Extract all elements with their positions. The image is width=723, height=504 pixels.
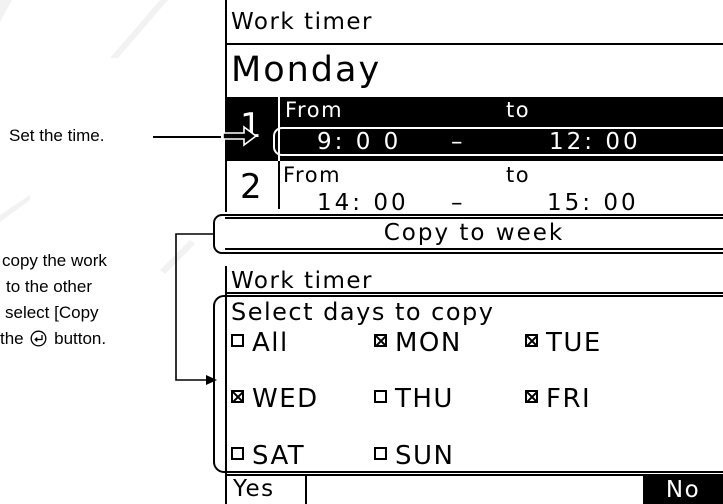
yes-label: Yes <box>233 476 275 502</box>
no-button[interactable]: No <box>643 476 723 504</box>
day-checkbox-all[interactable]: All <box>231 328 289 358</box>
copy-to-week-label: Copy to week <box>383 220 565 246</box>
day-label: FRI <box>546 384 592 414</box>
screen-title: Work timer <box>231 9 373 35</box>
from-label: From <box>283 163 342 187</box>
copy-to-week-button[interactable]: Copy to week <box>225 217 723 250</box>
from-time: 14: 00 <box>317 190 409 211</box>
annotation-copy-line-1: copy the work <box>2 251 107 270</box>
checkbox[interactable] <box>374 447 387 460</box>
day-checkbox-thu[interactable]: THU <box>374 384 454 414</box>
day-checkbox-mon[interactable]: MON <box>374 328 462 358</box>
annotation-copy-line-2: to the other <box>6 277 93 296</box>
checkbox[interactable] <box>231 390 244 403</box>
annotation-set-time: Set the time. <box>9 126 105 145</box>
from-label: From <box>285 98 344 122</box>
day-label: SUN <box>395 441 455 471</box>
annotation-leader-line <box>153 136 221 138</box>
annotation-copy-button: button. <box>54 329 107 348</box>
checkbox[interactable] <box>525 334 538 347</box>
day-label: TUE <box>546 328 602 358</box>
checkbox[interactable] <box>374 334 387 347</box>
day-label: All <box>252 328 289 358</box>
yes-button[interactable]: Yes <box>225 476 307 504</box>
annotation-copy-line-3: select [Copy <box>5 303 99 322</box>
no-label: No <box>665 477 701 503</box>
day-label: MON <box>395 328 462 358</box>
enter-icon <box>30 330 47 347</box>
time-dash: – <box>451 129 464 155</box>
time-slot-2[interactable]: From to 14: 00 – 15: 00 <box>225 161 723 211</box>
to-time[interactable]: 12: 00 <box>549 129 641 155</box>
divider <box>225 43 723 45</box>
arrow-cursor-icon <box>222 125 258 147</box>
day-checkbox-tue[interactable]: TUE <box>525 328 602 358</box>
day-title: Monday <box>231 50 382 90</box>
checkbox[interactable] <box>374 390 387 403</box>
to-label: to <box>506 98 531 122</box>
from-time[interactable]: 9: 0 0 <box>317 129 401 155</box>
annotation-copy-line-4: the button. <box>0 329 106 349</box>
time-dash: – <box>451 190 464 211</box>
day-label: THU <box>395 384 454 414</box>
to-label: to <box>506 163 531 187</box>
to-time: 15: 00 <box>547 190 639 211</box>
select-days-prompt: Select days to copy <box>231 298 495 326</box>
annotation-connector <box>175 233 217 385</box>
day-label: SAT <box>252 441 306 471</box>
day-checkbox-sat[interactable]: SAT <box>231 441 305 471</box>
day-checkbox-sun[interactable]: SUN <box>374 441 454 471</box>
day-checkbox-fri[interactable]: FRI <box>525 384 591 414</box>
screen-title: Work timer <box>231 268 373 294</box>
day-label: WED <box>252 384 319 414</box>
checkbox[interactable] <box>525 390 538 403</box>
annotation-copy-the: the <box>0 329 24 348</box>
checkbox[interactable] <box>231 334 244 347</box>
checkbox[interactable] <box>231 447 244 460</box>
divider <box>225 292 723 294</box>
day-checkbox-wed[interactable]: WED <box>231 384 319 414</box>
